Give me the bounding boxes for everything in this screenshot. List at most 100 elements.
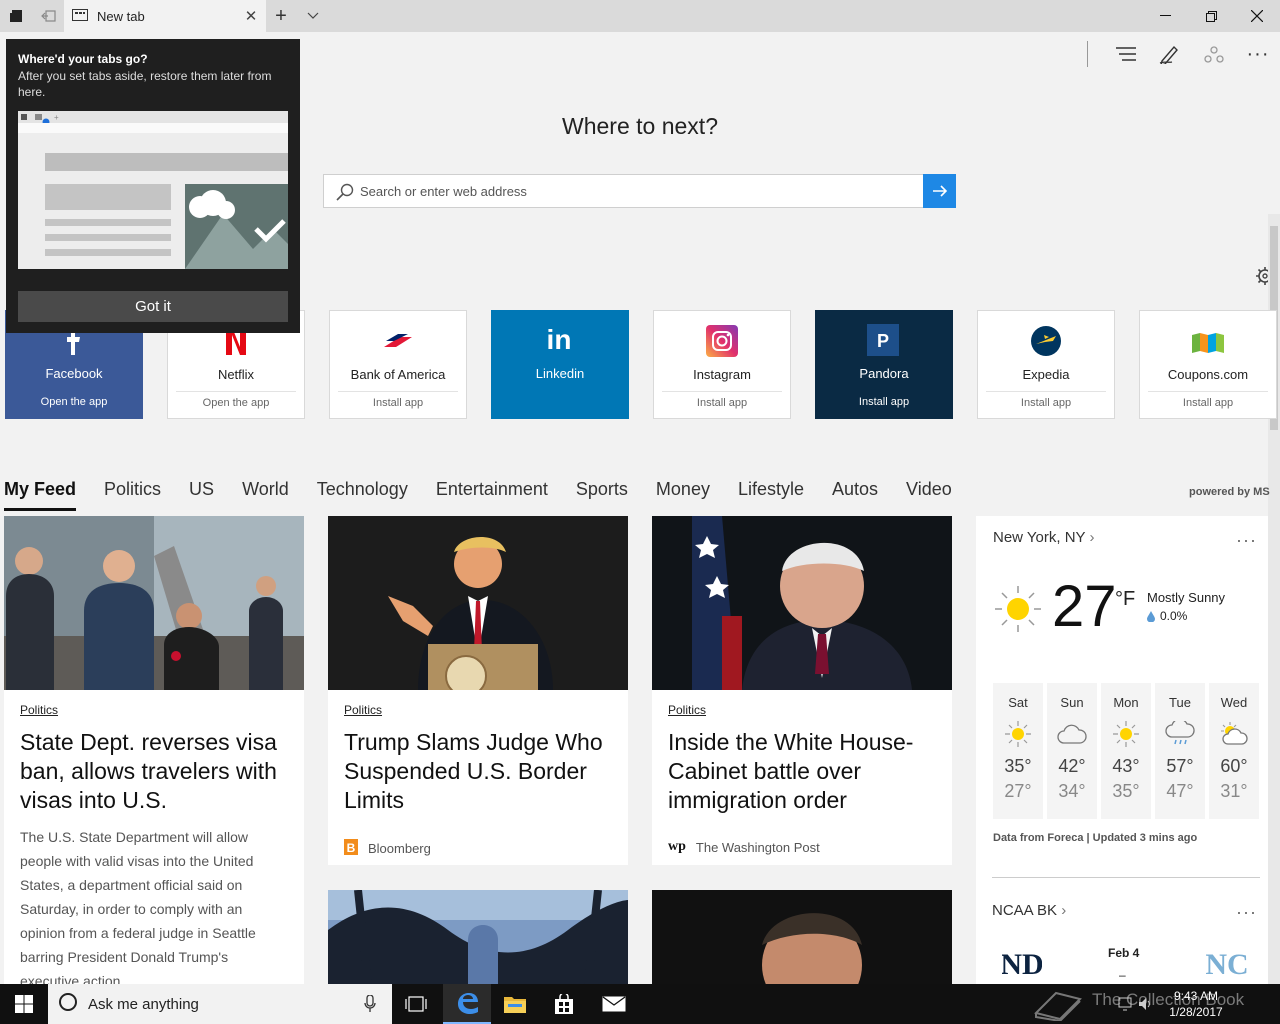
tile-action[interactable]: Install app bbox=[330, 397, 466, 409]
tile-expedia[interactable]: Expedia Install app bbox=[977, 310, 1115, 419]
news-card[interactable]: Politics Trump Slams Judge Who Suspended… bbox=[328, 516, 628, 865]
feed-tab-money[interactable]: Money bbox=[656, 479, 710, 511]
news-card[interactable]: Politics Inside the White House-Cabinet … bbox=[652, 516, 952, 865]
feed-tabs: My Feed Politics US World Technology Ent… bbox=[4, 479, 980, 511]
forecast-day[interactable]: Mon 43° 35° bbox=[1101, 683, 1151, 819]
tile-bank-of-america[interactable]: Bank of America Install app bbox=[329, 310, 467, 419]
cortana-search-box[interactable]: Ask me anything bbox=[48, 984, 392, 1024]
tab-close-icon[interactable]: ✕ bbox=[236, 7, 266, 25]
restore-tabs-icon[interactable] bbox=[36, 0, 60, 32]
tile-name: Instagram bbox=[693, 367, 751, 382]
mail-icon[interactable] bbox=[590, 984, 638, 1024]
news-summary: The U.S. State Department will allow peo… bbox=[20, 829, 256, 984]
news-source-name: Bloomberg bbox=[368, 841, 431, 856]
web-note-icon[interactable] bbox=[1152, 40, 1188, 68]
news-image[interactable] bbox=[4, 516, 304, 690]
news-image[interactable] bbox=[328, 516, 628, 690]
close-icon[interactable] bbox=[1234, 0, 1280, 32]
news-source[interactable]: wp The Washington Post bbox=[668, 839, 820, 855]
forecast-high: 43° bbox=[1112, 756, 1140, 776]
forecast-high: 42° bbox=[1058, 756, 1086, 776]
toolbar-divider bbox=[1087, 41, 1088, 67]
sports-section-header[interactable]: NCAA BK › bbox=[992, 902, 1066, 919]
tile-coupons[interactable]: Coupons.com Install app bbox=[1139, 310, 1277, 419]
forecast-high: 60° bbox=[1220, 756, 1248, 776]
windows-start-icon[interactable] bbox=[0, 984, 48, 1024]
feed-tab-video[interactable]: Video bbox=[906, 479, 952, 511]
news-source-name: The Washington Post bbox=[695, 839, 820, 855]
tab-title: New tab bbox=[97, 8, 145, 24]
forecast-day[interactable]: Wed 60° 31° bbox=[1209, 683, 1259, 819]
more-icon[interactable]: ··· bbox=[1240, 40, 1276, 68]
store-icon[interactable] bbox=[540, 984, 588, 1024]
rain-icon bbox=[1155, 716, 1205, 752]
edge-taskbar-icon[interactable] bbox=[443, 984, 491, 1024]
feed-tab-world[interactable]: World bbox=[242, 479, 289, 511]
microphone-icon[interactable] bbox=[364, 994, 376, 1017]
news-category[interactable]: Politics bbox=[20, 703, 58, 717]
feed-tab-us[interactable]: US bbox=[189, 479, 214, 511]
cloud-icon bbox=[1047, 716, 1097, 752]
forecast-low: 27° bbox=[1004, 781, 1032, 801]
raindrop-icon bbox=[1147, 610, 1155, 622]
task-view-icon[interactable] bbox=[392, 984, 440, 1024]
weather-more-icon[interactable]: ··· bbox=[1236, 530, 1257, 551]
tile-separator bbox=[176, 391, 296, 392]
forecast-day[interactable]: Tue 57° 47° bbox=[1155, 683, 1205, 819]
news-image[interactable] bbox=[652, 516, 952, 690]
feed-tab-politics[interactable]: Politics bbox=[104, 479, 161, 511]
temperature-unit: °F bbox=[1115, 588, 1136, 610]
file-explorer-icon[interactable] bbox=[491, 984, 539, 1024]
feed-tab-sports[interactable]: Sports bbox=[576, 479, 628, 511]
network-icon[interactable] bbox=[1118, 997, 1132, 1016]
tile-action[interactable]: Install app bbox=[654, 397, 790, 409]
feed-tab-technology[interactable]: Technology bbox=[317, 479, 408, 511]
hub-icon[interactable] bbox=[1108, 40, 1144, 68]
forecast-day-name: Wed bbox=[1220, 695, 1248, 710]
tab-new-tab[interactable]: New tab ✕ bbox=[64, 0, 266, 32]
popup-description: After you set tabs aside, restore them l… bbox=[18, 69, 272, 99]
forecast-day[interactable]: Sat 35° 27° bbox=[993, 683, 1043, 819]
feed-tab-entertainment[interactable]: Entertainment bbox=[436, 479, 548, 511]
search-go-button[interactable] bbox=[923, 174, 956, 208]
news-category[interactable]: Politics bbox=[668, 703, 706, 717]
new-tab-icon[interactable]: + bbox=[268, 0, 294, 32]
tile-action[interactable]: Open the app bbox=[5, 396, 143, 408]
news-card[interactable]: Politics State Dept. reverses visa ban, … bbox=[4, 516, 304, 984]
tile-action[interactable]: Install app bbox=[815, 396, 953, 408]
tile-action[interactable]: Install app bbox=[978, 397, 1114, 409]
tile-instagram[interactable]: Instagram Install app bbox=[653, 310, 791, 419]
news-headline[interactable]: Trump Slams Judge Who Suspended U.S. Bor… bbox=[344, 728, 614, 815]
svg-text:+: + bbox=[54, 113, 59, 122]
share-icon[interactable] bbox=[1196, 40, 1232, 68]
weather-location[interactable]: New York, NY › bbox=[993, 529, 1094, 546]
news-headline[interactable]: Inside the White House-Cabinet battle ov… bbox=[668, 728, 938, 815]
tile-action[interactable]: Open the app bbox=[168, 397, 304, 409]
search-box[interactable] bbox=[323, 174, 956, 208]
feed-tab-autos[interactable]: Autos bbox=[832, 479, 878, 511]
feed-tab-lifestyle[interactable]: Lifestyle bbox=[738, 479, 804, 511]
news-image[interactable] bbox=[652, 890, 952, 984]
got-it-button[interactable]: Got it bbox=[18, 291, 288, 322]
restore-icon[interactable] bbox=[1188, 0, 1234, 32]
weather-panel: New York, NY › ··· 27 °F Mostly Sunny 0.… bbox=[976, 516, 1268, 984]
tabs-aside-icon[interactable] bbox=[4, 0, 28, 32]
search-input[interactable] bbox=[360, 181, 920, 201]
tile-pandora[interactable]: P Pandora Install app bbox=[815, 310, 953, 419]
volume-icon[interactable] bbox=[1138, 997, 1152, 1016]
sports-more-icon[interactable]: ··· bbox=[1236, 902, 1257, 923]
tile-action[interactable]: Install app bbox=[1140, 397, 1276, 409]
weather-divider bbox=[992, 877, 1260, 878]
minimize-icon[interactable] bbox=[1142, 0, 1188, 32]
svg-text:ND: ND bbox=[1002, 948, 1042, 980]
forecast-day-name: Sat bbox=[1008, 695, 1028, 710]
news-headline[interactable]: State Dept. reverses visa ban, allows tr… bbox=[20, 728, 290, 815]
news-source[interactable]: B Bloomberg bbox=[344, 839, 431, 858]
tab-preview-chevron-icon[interactable] bbox=[300, 0, 326, 32]
news-image[interactable] bbox=[328, 890, 628, 984]
forecast-day[interactable]: Sun 42° 34° bbox=[1047, 683, 1097, 819]
feed-tab-my-feed[interactable]: My Feed bbox=[4, 479, 77, 511]
news-category[interactable]: Politics bbox=[344, 703, 382, 717]
tile-linkedin[interactable]: in Linkedin bbox=[491, 310, 629, 419]
taskbar-clock[interactable]: 9:43 AM 1/28/2017 bbox=[1166, 988, 1226, 1020]
